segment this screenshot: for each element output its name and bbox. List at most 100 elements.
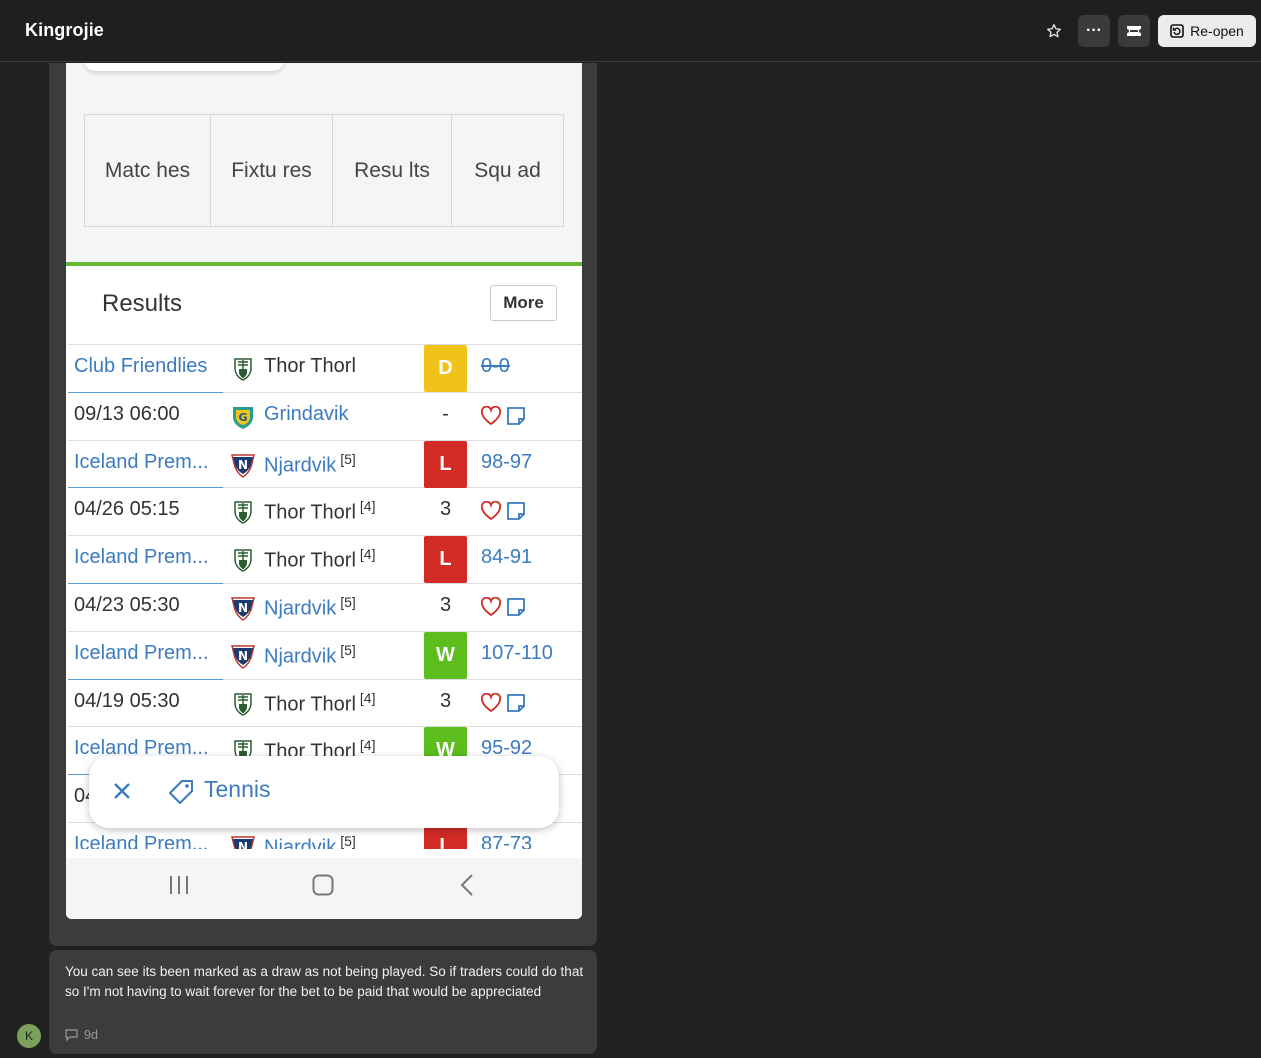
android-nav-bar xyxy=(66,858,582,919)
thor-logo-icon xyxy=(230,499,256,525)
team-name[interactable]: Njardvik [5] xyxy=(264,642,356,669)
team-rank: [4] xyxy=(359,737,376,754)
team-name: Thor Thorl [4] xyxy=(264,546,375,573)
note-icon[interactable] xyxy=(506,501,526,521)
note-icon[interactable] xyxy=(506,693,526,713)
team-name[interactable]: Grindavik xyxy=(264,403,348,426)
result-date-row: 04/19 05:30 Thor Thorl [4] 3 xyxy=(68,680,582,728)
team-name-text: Thor Thorl xyxy=(264,549,356,572)
favorite-heart-icon[interactable] xyxy=(480,596,502,617)
league-link[interactable]: Club Friendlies xyxy=(74,355,224,378)
result-date-row: 09/13 06:00 G Grindavik - xyxy=(68,393,582,441)
avatar: K xyxy=(17,1024,41,1048)
result-league-row: Iceland Prem... N Njardvik [5] W 107-110 xyxy=(68,631,582,680)
note-icon[interactable] xyxy=(506,406,526,426)
league-link[interactable]: Iceland Prem... xyxy=(74,451,224,474)
match-score-link[interactable]: 98-97 xyxy=(481,451,532,474)
team-name-text: Thor Thorl xyxy=(264,502,356,525)
result-league-row: Iceland Prem... N Njardvik [5] L 98-97 xyxy=(68,440,582,489)
tag-icon xyxy=(169,780,193,804)
favorite-heart-icon[interactable] xyxy=(480,501,502,521)
match-score-link[interactable]: 107-110 xyxy=(481,642,553,665)
league-link[interactable]: Iceland Prem... xyxy=(74,546,224,569)
team-name-text: Njardvik xyxy=(264,645,337,668)
ticket-icon xyxy=(1127,26,1141,36)
team-name-text: Thor Thorl xyxy=(264,355,356,377)
match-info: 3 xyxy=(439,498,452,521)
message-meta: 9d xyxy=(65,1028,98,1042)
league-link[interactable]: Iceland Prem... xyxy=(74,833,224,849)
tab-matches[interactable]: Matc hes xyxy=(85,115,211,226)
team-name-text: Njardvik xyxy=(264,597,337,620)
tag-label[interactable]: Tennis xyxy=(204,776,270,803)
note-icon[interactable] xyxy=(506,597,526,617)
favorite-heart-icon[interactable] xyxy=(480,405,502,426)
thor-logo-icon xyxy=(230,356,256,382)
home-icon[interactable] xyxy=(312,874,334,896)
star-button[interactable] xyxy=(1040,17,1068,45)
svg-text:G: G xyxy=(238,411,247,424)
row-actions xyxy=(480,405,526,426)
match-datetime: 09/13 06:00 xyxy=(74,402,180,425)
team-name-text: Thor Thorl xyxy=(264,693,356,716)
reopen-button[interactable]: Re-open xyxy=(1158,15,1256,47)
svg-text:N: N xyxy=(238,458,248,472)
match-score-link[interactable]: 0-0 xyxy=(481,355,510,378)
njardvik-logo-icon: N xyxy=(230,595,256,621)
team-name[interactable]: Njardvik [5] xyxy=(264,594,356,621)
grindavik-logo-icon: G xyxy=(230,404,256,430)
team-name-text: Njardvik xyxy=(264,454,337,477)
ellipsis-icon: ··· xyxy=(1086,22,1102,39)
team-rank: [4] xyxy=(359,546,376,563)
more-button[interactable]: More xyxy=(490,285,557,321)
team-name: Thor Thorl [4] xyxy=(264,690,375,717)
close-icon[interactable] xyxy=(111,780,133,802)
match-datetime: 04/23 05:30 xyxy=(74,593,180,616)
message-time: 9d xyxy=(84,1028,98,1042)
team-name[interactable]: Njardvik [5] xyxy=(264,833,356,849)
row-actions xyxy=(480,501,526,521)
match-datetime: 04/19 05:30 xyxy=(74,689,180,712)
message-card: You can see its been marked as a draw as… xyxy=(49,950,597,1054)
match-score-link[interactable]: 87-73 xyxy=(481,833,532,849)
favorite-heart-icon[interactable] xyxy=(480,692,502,713)
tab-fixtures[interactable]: Fixtu res xyxy=(211,115,333,226)
thor-logo-icon xyxy=(230,547,256,573)
recent-apps-icon[interactable] xyxy=(168,874,190,896)
match-score-link[interactable]: 84-91 xyxy=(481,546,532,569)
svg-text:N: N xyxy=(238,840,248,849)
more-options-button[interactable]: ··· xyxy=(1078,15,1110,47)
team-tabs: Matc hes Fixtu res Resu lts Squ ad xyxy=(84,114,564,227)
result-date-row: 04/23 05:30 N Njardvik [5] 3 xyxy=(68,584,582,632)
result-badge: L xyxy=(424,440,467,488)
reopen-icon xyxy=(1170,24,1184,38)
result-league-row: Club Friendlies Thor Thorl D 0-0 xyxy=(68,345,582,393)
tab-results[interactable]: Resu lts xyxy=(333,115,452,226)
results-title: Results xyxy=(102,290,183,317)
njardvik-logo-icon: N xyxy=(230,452,256,478)
result-badge: W xyxy=(424,631,467,679)
ticket-button[interactable] xyxy=(1118,15,1150,47)
team-name[interactable]: Njardvik [5] xyxy=(264,451,356,478)
back-icon[interactable] xyxy=(458,874,478,896)
match-info: 3 xyxy=(439,593,452,616)
result-league-row: Iceland Prem... Thor Thorl [4] L 84-91 xyxy=(68,536,582,584)
team-rank: [5] xyxy=(340,450,356,467)
team-rank: [5] xyxy=(340,832,356,849)
row-actions xyxy=(480,596,526,617)
comment-icon xyxy=(65,1029,78,1041)
result-badge: D xyxy=(424,345,467,392)
conversation-title: Kingrojie xyxy=(25,20,104,40)
match-datetime: 04/26 05:15 xyxy=(74,498,180,521)
team-rank: [5] xyxy=(340,641,356,658)
star-icon xyxy=(1047,24,1061,38)
tag-pill: Tennis xyxy=(89,756,559,828)
message-text: You can see its been marked as a draw as… xyxy=(65,964,584,999)
match-info: - xyxy=(442,402,449,425)
league-link[interactable]: Iceland Prem... xyxy=(74,642,224,665)
thor-logo-icon xyxy=(230,691,256,717)
njardvik-logo-icon: N xyxy=(230,643,256,669)
team-rank: [4] xyxy=(359,498,376,515)
result-date-row: 04/26 05:15 Thor Thorl [4] 3 xyxy=(68,488,582,537)
tab-squad[interactable]: Squ ad xyxy=(452,115,563,226)
